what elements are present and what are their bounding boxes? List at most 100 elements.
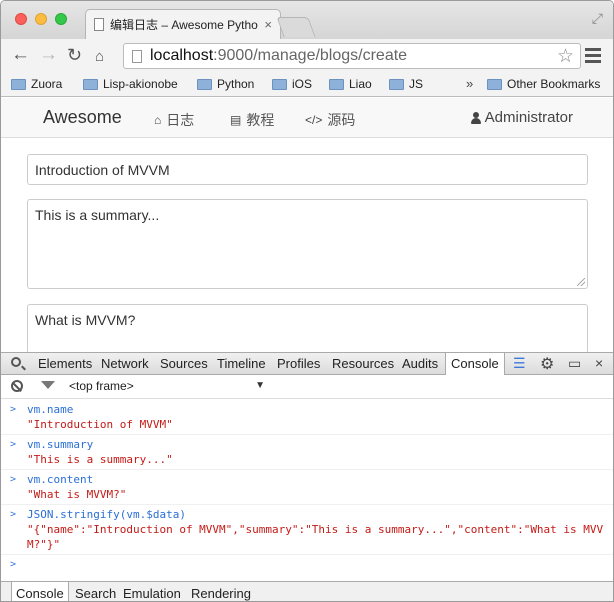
- folder-icon: [329, 78, 344, 90]
- console-entry: > vm.content "What is MVVM?": [1, 470, 613, 505]
- bookmark-liao[interactable]: Liao: [329, 77, 372, 91]
- url-text: localhost:9000/manage/blogs/create: [150, 47, 407, 65]
- bookmark-label: Python: [217, 77, 255, 91]
- nav-link-label: 源码: [327, 112, 356, 128]
- dock-icon[interactable]: ▭: [568, 355, 581, 372]
- prompt-chevron-icon: >: [10, 559, 17, 570]
- bookmark-label: JS: [409, 77, 424, 91]
- bookmarks-overflow-icon[interactable]: »: [466, 76, 473, 91]
- url-path: :9000/manage/blogs/create: [213, 47, 408, 64]
- other-bookmarks[interactable]: Other Bookmarks: [487, 77, 600, 91]
- site-brand[interactable]: Awesome: [43, 107, 122, 128]
- summary-text: This is a summary...: [35, 207, 160, 223]
- blog-content-textarea[interactable]: What is MVVM?: [27, 304, 588, 354]
- console-entry: > vm.name "Introduction of MVVM": [1, 400, 613, 435]
- bookmark-star-icon[interactable]: ☆: [557, 45, 574, 68]
- page-icon: [94, 18, 104, 31]
- tab-profiles[interactable]: Profiles: [277, 356, 320, 371]
- drawer-tab-search[interactable]: Search: [75, 586, 116, 601]
- show-drawer-icon[interactable]: ☰: [513, 355, 526, 372]
- forward-arrow-icon[interactable]: →: [39, 45, 58, 65]
- tab-network[interactable]: Network: [101, 356, 149, 371]
- close-icon[interactable]: ×: [595, 355, 603, 371]
- console-result: "{"name":"Introduction of MVVM","summary…: [27, 523, 604, 551]
- browser-window: 编辑日志 – Awesome Pytho × ⤢ ← → ↻ ⌂ localho…: [0, 0, 614, 602]
- nav-link-label: 教程: [246, 112, 275, 128]
- blog-summary-textarea[interactable]: This is a summary...: [27, 199, 588, 289]
- bookmarks-bar: Zuora Lisp-akionobe Python iOS Liao JS »…: [1, 73, 613, 97]
- folder-icon: [389, 78, 404, 90]
- tab-elements[interactable]: Elements: [38, 356, 92, 371]
- zoom-window-button[interactable]: [55, 13, 67, 25]
- bookmark-ios[interactable]: iOS: [272, 77, 312, 91]
- user-menu[interactable]: Administrator: [470, 109, 573, 126]
- chevron-down-icon: ▼: [255, 380, 265, 391]
- bookmark-python[interactable]: Python: [197, 77, 254, 91]
- nav-link-blogs[interactable]: ⌂ 日志: [154, 110, 194, 130]
- inspect-search-icon[interactable]: [11, 357, 21, 367]
- site-navbar: Awesome ⌂ 日志 ▤ 教程 </> 源码 Administrator: [1, 98, 613, 138]
- clear-console-icon[interactable]: [11, 380, 23, 392]
- reload-icon[interactable]: ↻: [67, 45, 82, 65]
- console-prompt-input[interactable]: >: [1, 555, 613, 573]
- console-entry: > JSON.stringify(vm.$data) "{"name":"Int…: [1, 505, 613, 555]
- console-command: vm.content: [27, 473, 94, 486]
- frame-select-value: <top frame>: [69, 379, 134, 393]
- new-tab-button[interactable]: [276, 17, 316, 37]
- bookmark-lisp-akionobe[interactable]: Lisp-akionobe: [83, 77, 178, 91]
- folder-icon: [272, 78, 287, 90]
- drawer-tab-console[interactable]: Console: [11, 582, 69, 601]
- browser-tab[interactable]: 编辑日志 – Awesome Pytho ×: [85, 9, 281, 39]
- menu-icon[interactable]: [585, 48, 601, 66]
- prompt-chevron-icon: >: [10, 439, 17, 450]
- folder-icon: [11, 78, 26, 90]
- bookmark-label: Lisp-akionobe: [103, 77, 178, 91]
- console-result: "Introduction of MVVM": [27, 418, 173, 431]
- user-icon: [470, 111, 481, 124]
- devtools-tabbar: Elements Network Sources Timeline Profil…: [1, 353, 613, 375]
- console-log: > vm.name "Introduction of MVVM" > vm.su…: [1, 400, 613, 573]
- nav-link-label: 日志: [166, 112, 195, 128]
- bookmark-label: iOS: [292, 77, 313, 91]
- folder-icon: [83, 78, 98, 90]
- nav-link-source[interactable]: </> 源码: [305, 110, 355, 130]
- minimize-window-button[interactable]: [35, 13, 47, 25]
- drawer-tab-rendering[interactable]: Rendering: [191, 586, 251, 601]
- frame-select[interactable]: <top frame> ▼: [69, 379, 265, 393]
- gear-icon[interactable]: ⚙: [540, 354, 554, 374]
- folder-icon: [487, 78, 502, 90]
- bookmark-zuora[interactable]: Zuora: [11, 77, 62, 91]
- devtools-panel: Elements Network Sources Timeline Profil…: [1, 352, 613, 601]
- tab-timeline[interactable]: Timeline: [217, 356, 266, 371]
- bookmark-label: Liao: [349, 77, 372, 91]
- tab-resources[interactable]: Resources: [332, 356, 394, 371]
- page-icon: [132, 49, 142, 63]
- home-icon[interactable]: ⌂: [95, 47, 104, 67]
- filter-icon[interactable]: [41, 381, 55, 389]
- nav-link-tutorials[interactable]: ▤ 教程: [230, 110, 274, 130]
- user-name: Administrator: [484, 109, 573, 126]
- console-command: JSON.stringify(vm.$data): [27, 508, 186, 521]
- blog-name-input[interactable]: Introduction of MVVM: [27, 154, 588, 185]
- tab-strip: 编辑日志 – Awesome Pytho × ⤢: [1, 1, 613, 39]
- tab-title: 编辑日志 – Awesome Pytho: [110, 18, 258, 32]
- fullscreen-icon[interactable]: ⤢: [592, 10, 603, 27]
- prompt-chevron-icon: >: [10, 509, 17, 520]
- bookmark-label: Other Bookmarks: [507, 77, 601, 91]
- code-icon: </>: [305, 113, 323, 127]
- tab-console[interactable]: Console: [445, 353, 505, 375]
- tab-audits[interactable]: Audits: [402, 356, 438, 371]
- drawer-tab-emulation[interactable]: Emulation: [123, 586, 181, 601]
- tab-sources[interactable]: Sources: [160, 356, 208, 371]
- tab-close-icon[interactable]: ×: [264, 17, 272, 32]
- bookmark-label: Zuora: [31, 77, 63, 91]
- console-command: vm.summary: [27, 438, 94, 451]
- drawer-tabbar: Console Search Emulation Rendering: [1, 581, 613, 601]
- bookmark-js[interactable]: JS: [389, 77, 423, 91]
- back-arrow-icon[interactable]: ←: [11, 45, 30, 65]
- prompt-chevron-icon: >: [10, 474, 17, 485]
- close-window-button[interactable]: [15, 13, 27, 25]
- resize-grip-icon[interactable]: [577, 278, 585, 286]
- address-bar[interactable]: localhost:9000/manage/blogs/create ☆: [123, 43, 581, 69]
- book-icon: ▤: [230, 113, 242, 127]
